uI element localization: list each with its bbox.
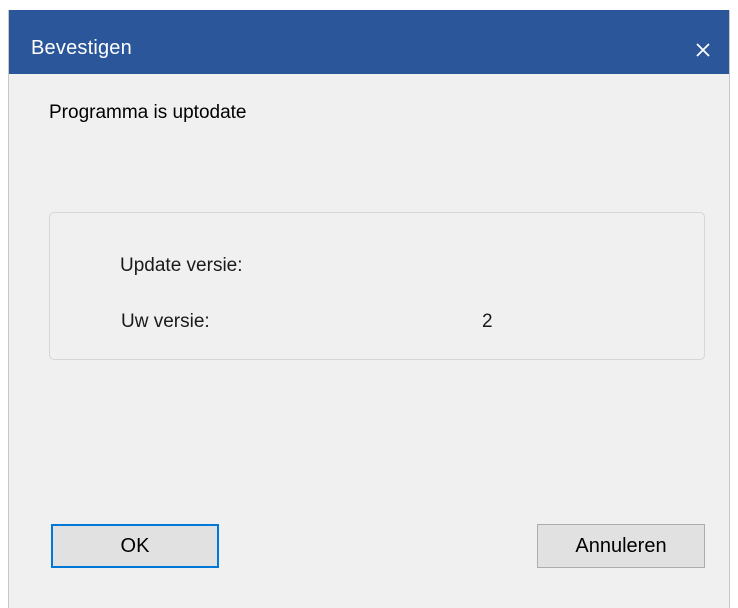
current-version-value: 2 <box>482 311 493 332</box>
close-icon <box>696 43 710 57</box>
current-version-label: Uw versie: <box>121 311 210 332</box>
confirm-dialog: Bevestigen Programma is uptodate Update … <box>8 10 730 608</box>
update-version-label: Update versie: <box>120 255 243 276</box>
version-info-panel: Update versie: Uw versie: 2 <box>49 212 705 360</box>
ok-button[interactable]: OK <box>51 524 219 568</box>
cancel-button[interactable]: Annuleren <box>537 524 705 568</box>
title-bar[interactable]: Bevestigen <box>9 10 729 74</box>
status-message: Programma is uptodate <box>49 102 247 123</box>
close-button[interactable] <box>677 26 729 74</box>
dialog-title: Bevestigen <box>31 37 132 59</box>
